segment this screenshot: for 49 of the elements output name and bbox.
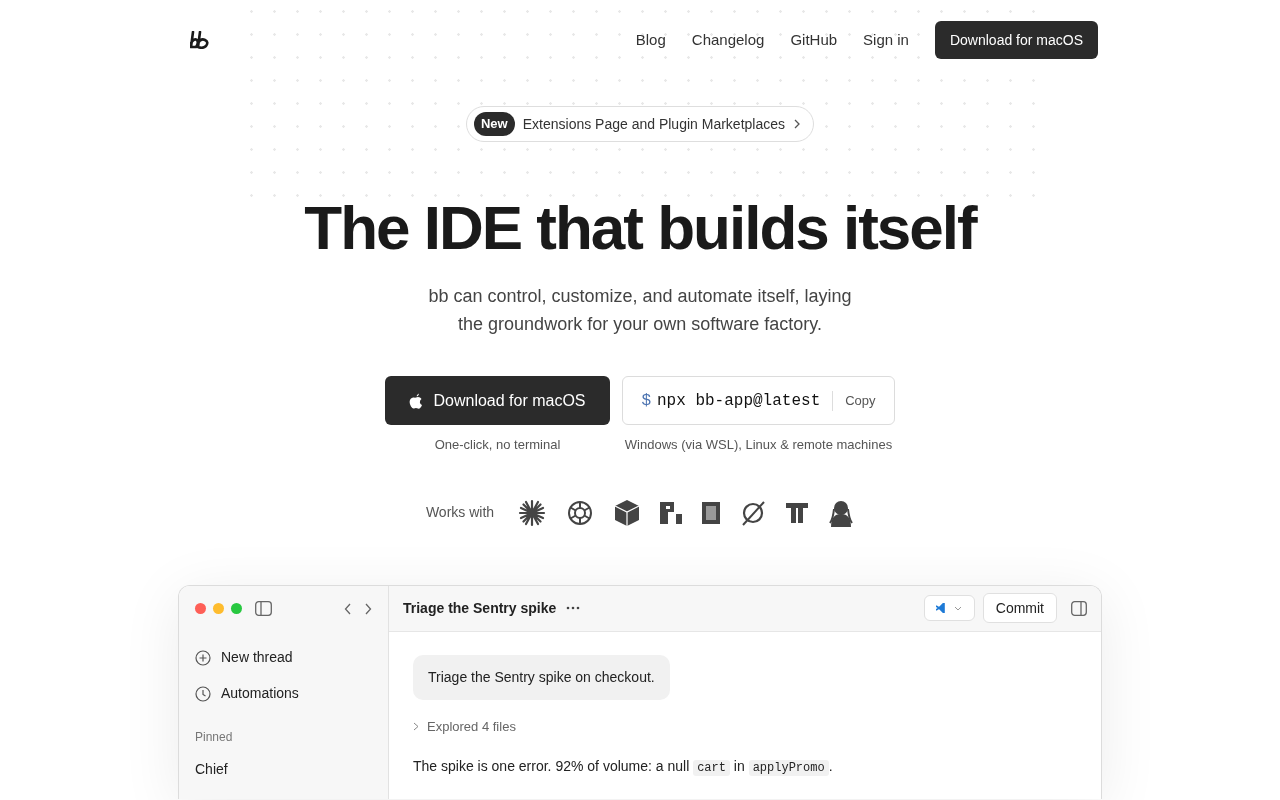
panel-toggle-icon[interactable] [1071,600,1087,616]
nav-link[interactable]: Changelog [691,28,765,52]
works-with-label: Works with [425,503,495,522]
sidebar-item[interactable]: New thread [179,639,388,676]
user-message: Triage the Sentry spike on checkout. [413,654,670,700]
slashed-circle-logo-icon [740,499,767,526]
cube-logo-icon [614,498,641,527]
blocks-logo-icon [660,501,683,524]
hero-subtitle: bb can control, customize, and automate itself, laying [428,285,852,308]
editor-selector[interactable] [923,595,975,621]
code-editor-icon [936,603,947,613]
asterisk-logo-icon [518,498,547,527]
knot-logo-icon [566,498,595,527]
square-logo-icon [702,501,721,524]
caption: One-click, no terminal [434,436,561,454]
announcement-text: Extensions Page and Plugin Marketplaces [522,114,785,134]
hero-title: The IDE that builds itself [304,196,976,260]
nav-link[interactable]: Blog [635,28,666,52]
logo-icon[interactable] [190,31,212,49]
new-badge: New [474,112,515,136]
reply-text: The spike is one error. 92% of volume: a null cart in applyPromo . [413,757,833,777]
announcement-pill[interactable]: New Extensions Page and Plugin Marketplaces [466,106,814,142]
chevron-right-icon [793,119,801,129]
clock-icon [195,685,211,702]
sidebar-item[interactable]: Automations [179,675,388,712]
sidebar-item[interactable]: Chief [179,758,388,780]
prompt-symbol: $ [641,390,651,412]
back-icon[interactable] [344,602,352,615]
section-label: Pinned [194,728,234,746]
tt-logo-icon [786,502,809,523]
install-command: npx bb-app@latest [657,390,821,412]
chevron-down-icon [954,605,963,611]
step-row[interactable]: Explored 4 files [413,716,516,736]
commit-button[interactable]: Commit [982,593,1057,623]
nav-link[interactable]: GitHub [790,28,838,52]
copy-button[interactable]: Copy [845,390,876,411]
forward-icon[interactable] [364,602,372,615]
download-button[interactable]: Download for macOS [385,376,610,425]
nav-link[interactable]: Sign in [863,28,909,52]
thread-title: Triage the Sentry spike [403,598,557,618]
sidebar-toggle-icon[interactable] [255,601,272,616]
chevron-right-icon [413,721,419,731]
caption: Windows (via WSL), Linux & remote machines [624,436,893,454]
more-icon[interactable] [566,606,581,610]
apple-icon [409,392,424,409]
download-button[interactable]: Download for macOS [934,21,1098,59]
hero-subtitle: the groundwork for your own software factory. [458,313,822,336]
plus-circle-icon [195,649,211,666]
figure-logo-icon [828,498,855,527]
